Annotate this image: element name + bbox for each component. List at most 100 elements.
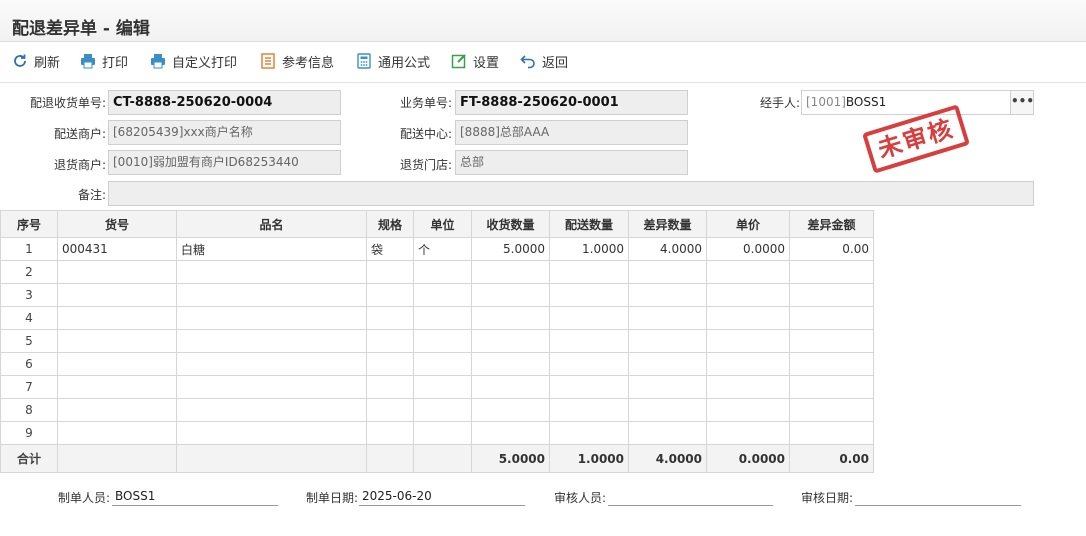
return-merchant-field[interactable]: [0010]弱加盟有商户ID68253440 bbox=[108, 150, 341, 175]
cell-delivered-qty[interactable] bbox=[549, 352, 629, 376]
cell-item-name[interactable] bbox=[176, 375, 367, 399]
cell-received-qty[interactable] bbox=[471, 421, 550, 445]
return-store-field[interactable]: 总部 bbox=[455, 150, 688, 175]
col-header-received-qty[interactable]: 收货数量 bbox=[471, 210, 550, 238]
col-header-seq[interactable]: 序号 bbox=[0, 210, 58, 238]
table-row[interactable]: 5 bbox=[0, 329, 874, 353]
cell-unit[interactable] bbox=[413, 352, 472, 376]
cell-spec[interactable] bbox=[366, 283, 414, 307]
table-row[interactable]: 6 bbox=[0, 352, 874, 376]
table-row[interactable]: 8 bbox=[0, 398, 874, 422]
cell-item-code[interactable] bbox=[57, 283, 177, 307]
cell-diff-amount[interactable] bbox=[789, 306, 874, 330]
cell-unit[interactable] bbox=[413, 260, 472, 284]
cell-item-code[interactable] bbox=[57, 306, 177, 330]
back-button[interactable]: 返回 bbox=[520, 51, 568, 71]
cell-diff-qty[interactable] bbox=[628, 421, 707, 445]
cell-diff-amount[interactable]: 0.00 bbox=[789, 237, 874, 261]
cell-unit-price[interactable] bbox=[706, 421, 790, 445]
cell-diff-qty[interactable] bbox=[628, 398, 707, 422]
cell-spec[interactable] bbox=[366, 329, 414, 353]
col-header-item-name[interactable]: 品名 bbox=[176, 210, 367, 238]
cell-unit[interactable] bbox=[413, 375, 472, 399]
cell-delivered-qty[interactable] bbox=[549, 283, 629, 307]
cell-unit-price[interactable] bbox=[706, 329, 790, 353]
cell-diff-amount[interactable] bbox=[789, 398, 874, 422]
cell-received-qty[interactable] bbox=[471, 352, 550, 376]
cell-diff-amount[interactable] bbox=[789, 421, 874, 445]
cell-delivered-qty[interactable] bbox=[549, 375, 629, 399]
cell-item-name[interactable] bbox=[176, 352, 367, 376]
cell-diff-amount[interactable] bbox=[789, 375, 874, 399]
cell-seq[interactable]: 4 bbox=[0, 306, 58, 330]
cell-unit[interactable] bbox=[413, 398, 472, 422]
cell-diff-qty[interactable] bbox=[628, 283, 707, 307]
print-button[interactable]: 打印 bbox=[80, 51, 128, 71]
cell-delivered-qty[interactable] bbox=[549, 260, 629, 284]
settings-button[interactable]: 设置 bbox=[451, 51, 499, 71]
cell-unit-price[interactable] bbox=[706, 306, 790, 330]
return-order-no-field[interactable]: CT-8888-250620-0004 bbox=[108, 90, 341, 115]
table-row[interactable]: 1 000431 白糖袋个 5.0000 1.0000 4.0000 0.0000 0.00 bbox=[0, 237, 874, 261]
cell-unit-price[interactable] bbox=[706, 352, 790, 376]
cell-spec[interactable] bbox=[366, 421, 414, 445]
cell-delivered-qty[interactable] bbox=[549, 306, 629, 330]
cell-seq[interactable]: 7 bbox=[0, 375, 58, 399]
reference-info-button[interactable]: 参考信息 bbox=[260, 51, 334, 71]
table-row[interactable]: 2 bbox=[0, 260, 874, 284]
business-no-field[interactable]: FT-8888-250620-0001 bbox=[455, 90, 688, 115]
cell-item-code[interactable] bbox=[57, 398, 177, 422]
cell-unit-price[interactable] bbox=[706, 283, 790, 307]
col-header-item-code[interactable]: 货号 bbox=[57, 210, 177, 238]
cell-received-qty[interactable] bbox=[471, 306, 550, 330]
table-row[interactable]: 3 bbox=[0, 283, 874, 307]
cell-received-qty[interactable] bbox=[471, 329, 550, 353]
cell-seq[interactable]: 5 bbox=[0, 329, 58, 353]
remark-field[interactable] bbox=[108, 181, 1034, 206]
cell-item-name[interactable] bbox=[176, 398, 367, 422]
table-row[interactable]: 7 bbox=[0, 375, 874, 399]
cell-item-code[interactable]: 000431 bbox=[57, 237, 177, 261]
cell-unit[interactable] bbox=[413, 329, 472, 353]
cell-spec[interactable] bbox=[366, 398, 414, 422]
cell-item-code[interactable] bbox=[57, 421, 177, 445]
cell-diff-qty[interactable] bbox=[628, 329, 707, 353]
cell-diff-amount[interactable] bbox=[789, 329, 874, 353]
cell-item-name[interactable] bbox=[176, 421, 367, 445]
cell-spec[interactable] bbox=[366, 306, 414, 330]
cell-item-code[interactable] bbox=[57, 352, 177, 376]
delivery-center-field[interactable]: [8888]总部AAA bbox=[455, 120, 688, 145]
col-header-unit[interactable]: 单位 bbox=[413, 210, 472, 238]
cell-diff-amount[interactable] bbox=[789, 260, 874, 284]
cell-spec[interactable] bbox=[366, 375, 414, 399]
delivery-merchant-field[interactable]: [68205439]xxx商户名称 bbox=[108, 120, 341, 145]
common-formula-button[interactable]: 通用公式 bbox=[356, 51, 430, 71]
cell-item-code[interactable] bbox=[57, 329, 177, 353]
cell-spec[interactable] bbox=[366, 352, 414, 376]
cell-delivered-qty[interactable]: 1.0000 bbox=[549, 237, 629, 261]
cell-item-name[interactable] bbox=[176, 329, 367, 353]
handler-field[interactable]: [1001]BOSS1 bbox=[801, 90, 1011, 115]
cell-unit-price[interactable] bbox=[706, 375, 790, 399]
cell-unit[interactable] bbox=[413, 421, 472, 445]
custom-print-button[interactable]: 自定义打印 bbox=[150, 51, 237, 71]
cell-seq[interactable]: 9 bbox=[0, 421, 58, 445]
cell-unit[interactable]: 个 bbox=[413, 237, 472, 261]
col-header-diff-amount[interactable]: 差异金额 bbox=[789, 210, 874, 238]
col-header-diff-qty[interactable]: 差异数量 bbox=[628, 210, 707, 238]
cell-item-code[interactable] bbox=[57, 260, 177, 284]
table-row[interactable]: 9 bbox=[0, 421, 874, 445]
cell-seq[interactable]: 6 bbox=[0, 352, 58, 376]
cell-received-qty[interactable] bbox=[471, 283, 550, 307]
cell-item-name[interactable]: 白糖 bbox=[176, 237, 367, 261]
cell-seq[interactable]: 3 bbox=[0, 283, 58, 307]
cell-diff-qty[interactable] bbox=[628, 352, 707, 376]
cell-delivered-qty[interactable] bbox=[549, 421, 629, 445]
cell-delivered-qty[interactable] bbox=[549, 398, 629, 422]
col-header-delivered-qty[interactable]: 配送数量 bbox=[549, 210, 629, 238]
cell-unit-price[interactable] bbox=[706, 398, 790, 422]
cell-unit[interactable] bbox=[413, 283, 472, 307]
cell-diff-amount[interactable] bbox=[789, 283, 874, 307]
cell-diff-qty[interactable] bbox=[628, 260, 707, 284]
cell-item-name[interactable] bbox=[176, 283, 367, 307]
